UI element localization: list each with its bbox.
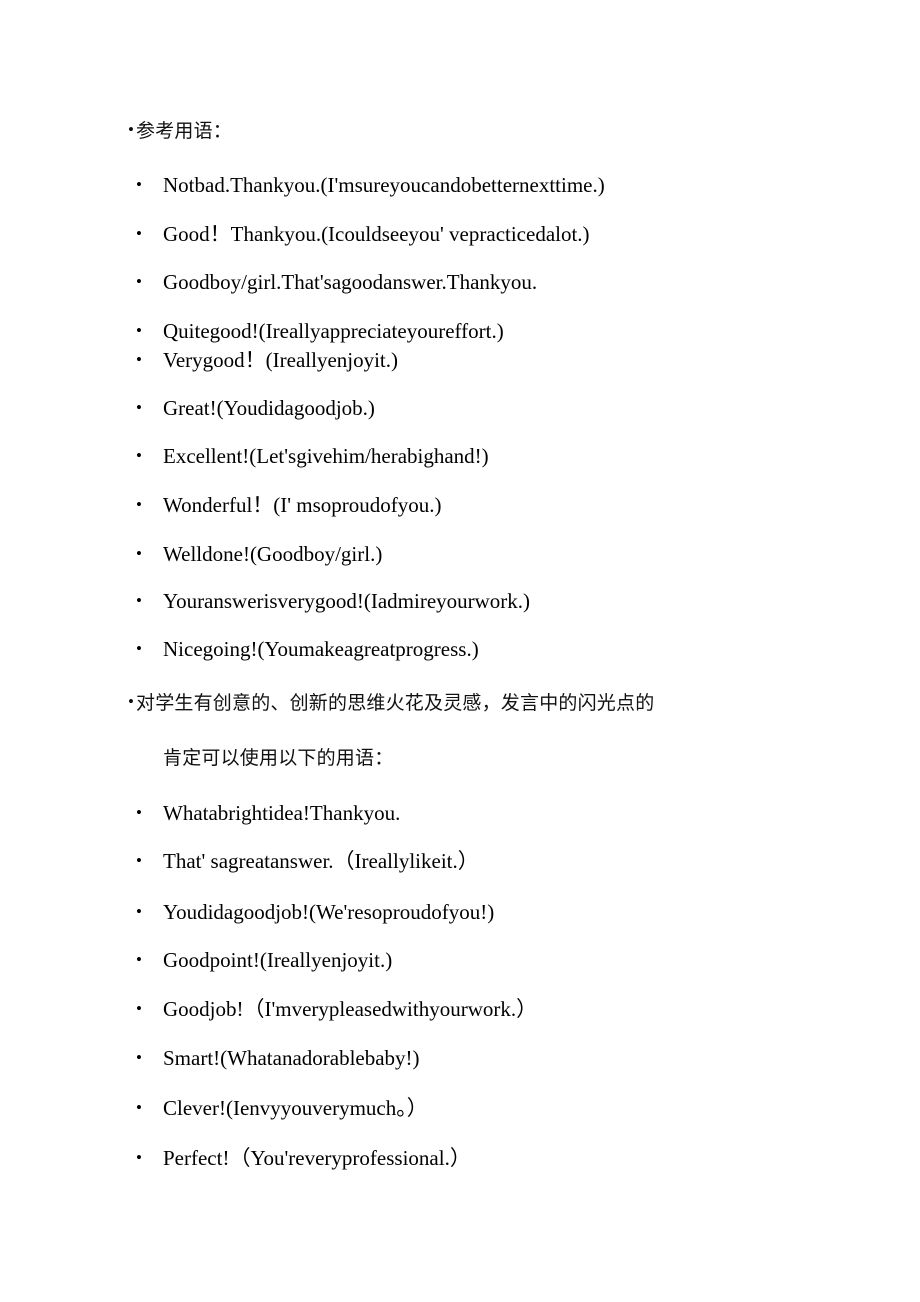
list-item: • Perfect!（You'reveryprofessional.） xyxy=(136,1143,900,1173)
bullet-icon: • xyxy=(136,321,142,340)
bullet-icon: • xyxy=(136,851,142,870)
heading-text: 对学生有创意的、创新的思维火花及灵感，发言中的闪光点的 xyxy=(136,693,655,714)
list-item: • Whatabrightidea!Thankyou. xyxy=(136,798,900,828)
list-item: • Youdidagoodjob!(We'resoproudofyou!) xyxy=(136,897,900,927)
section-heading-continuation: 肯定可以使用以下的用语： xyxy=(163,748,394,769)
list-item-text: Whatabrightidea!Thankyou. xyxy=(163,801,401,825)
bullet-icon: • xyxy=(136,175,142,194)
list-item: • Quitegood!(Ireallyappreciateyoureffort… xyxy=(136,316,900,346)
list-item-text: Smart!(Whatanadorablebaby!) xyxy=(163,1046,420,1070)
list-item-text: Great!(Youdidagoodjob.) xyxy=(163,396,375,420)
list-item: • Goodpoint!(Ireallyenjoyit.) xyxy=(136,945,900,975)
bullet-icon: • xyxy=(136,224,142,243)
bullet-icon: • xyxy=(136,591,142,610)
list-item: • Welldone!(Goodboy/girl.) xyxy=(136,539,900,569)
bullet-icon: • xyxy=(136,446,142,465)
list-item: • Good！Thankyou.(Icouldseeyou' vepractic… xyxy=(136,219,900,249)
list-item-text: Goodjob!（I'mverypleasedwithyourwork.） xyxy=(163,997,538,1021)
bullet-icon: • xyxy=(136,902,142,921)
list-item-text: Goodpoint!(Ireallyenjoyit.) xyxy=(163,948,393,972)
bullet-icon: • xyxy=(136,398,142,417)
heading-bullet-icon: • xyxy=(128,120,135,139)
list-item-text: Notbad.Thankyou.(I'msureyoucandobetterne… xyxy=(163,173,605,197)
bullet-icon: • xyxy=(136,1048,142,1067)
list-item: • Youranswerisverygood!(Iadmireyourwork.… xyxy=(136,586,900,616)
bullet-icon: • xyxy=(136,950,142,969)
section-heading-creative-praise: •对学生有创意的、创新的思维火花及灵感，发言中的闪光点的 xyxy=(128,689,654,717)
bullet-icon: • xyxy=(136,495,142,514)
bullet-icon: • xyxy=(136,272,142,291)
list-item: • Nicegoing!(Youmakeagreatprogress.) xyxy=(136,634,900,664)
list-item: • Great!(Youdidagoodjob.) xyxy=(136,393,900,423)
bullet-icon: • xyxy=(136,544,142,563)
heading-bullet-icon: • xyxy=(128,692,135,711)
bullet-icon: • xyxy=(136,999,142,1018)
list-item-text: Clever!(Ienvyyouverymuch。） xyxy=(163,1096,428,1120)
list-item-text: Nicegoing!(Youmakeagreatprogress.) xyxy=(163,637,479,661)
list-item: • Goodjob!（I'mverypleasedwithyourwork.） xyxy=(136,994,900,1024)
bullet-icon: • xyxy=(136,1148,142,1167)
heading-text: 参考用语： xyxy=(136,121,233,142)
list-item-text: Excellent!(Let'sgivehim/herabighand!) xyxy=(163,444,489,468)
list-item: • Verygood！(Ireallyenjoyit.) xyxy=(136,345,900,375)
list-item-text: That' sagreatanswer.（Ireallylikeit.） xyxy=(163,849,479,873)
list-item-text: Good！Thankyou.(Icouldseeyou' vepracticed… xyxy=(163,222,590,246)
list-item-text: Goodboy/girl.That'sagoodanswer.Thankyou. xyxy=(163,270,538,294)
list-item-text: Youdidagoodjob!(We'resoproudofyou!) xyxy=(163,900,495,924)
section-heading-reference-phrases: •参考用语： xyxy=(128,117,232,145)
list-item: • That' sagreatanswer.（Ireallylikeit.） xyxy=(136,846,900,876)
list-item-text: Welldone!(Goodboy/girl.) xyxy=(163,542,383,566)
list-item-text: Quitegood!(Ireallyappreciateyoureffort.) xyxy=(163,319,504,343)
list-item: • Notbad.Thankyou.(I'msureyoucandobetter… xyxy=(136,170,900,200)
bullet-icon: • xyxy=(136,639,142,658)
list-item: • Excellent!(Let'sgivehim/herabighand!) xyxy=(136,441,900,471)
list-item: • Smart!(Whatanadorablebaby!) xyxy=(136,1043,900,1073)
list-item-text: Wonderful！(I' msoproudofyou.) xyxy=(163,493,442,517)
bullet-icon: • xyxy=(136,350,142,369)
list-item-text: Youranswerisverygood!(Iadmireyourwork.) xyxy=(163,589,531,613)
list-item-text: Perfect!（You'reveryprofessional.） xyxy=(163,1146,471,1170)
list-item: • Goodboy/girl.That'sagoodanswer.Thankyo… xyxy=(136,267,900,297)
list-item-text: Verygood！(Ireallyenjoyit.) xyxy=(163,348,399,372)
list-item: • Wonderful！(I' msoproudofyou.) xyxy=(136,490,900,520)
bullet-icon: • xyxy=(136,803,142,822)
document-page: •参考用语： • Notbad.Thankyou.(I'msureyoucand… xyxy=(0,0,920,1302)
bullet-icon: • xyxy=(136,1098,142,1117)
list-item: • Clever!(Ienvyyouverymuch。） xyxy=(136,1093,900,1123)
